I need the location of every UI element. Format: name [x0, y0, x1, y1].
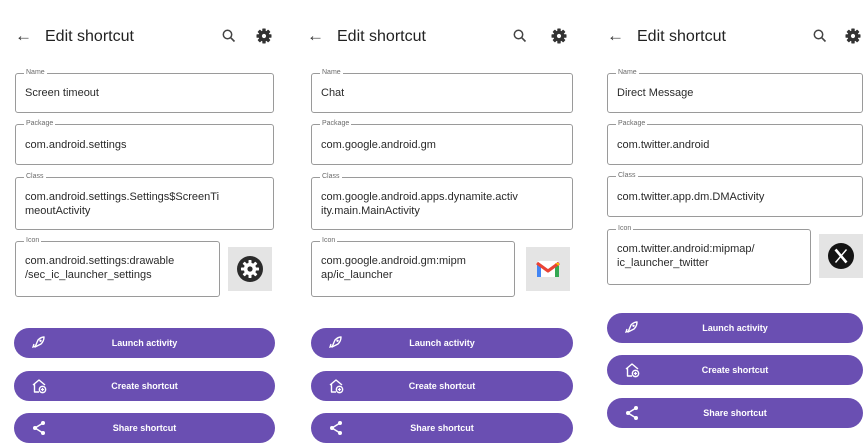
name-field[interactable]: Name Chat: [311, 68, 573, 113]
gmail-app-icon: [536, 261, 560, 277]
name-value: Direct Message: [617, 87, 694, 99]
page-title: Edit shortcut: [637, 28, 726, 45]
name-label: Name: [320, 68, 343, 78]
package-field[interactable]: Package com.twitter.android: [607, 119, 863, 165]
name-value: Chat: [321, 87, 345, 99]
package-field[interactable]: Package com.android.settings: [15, 119, 274, 165]
class-value: com.twitter.app.dm.DMActivity: [617, 190, 765, 203]
icon-label: Icon: [616, 224, 634, 234]
share-shortcut-label: Share shortcut: [410, 423, 474, 433]
launch-activity-button[interactable]: Launch activity: [14, 328, 275, 358]
back-arrow-icon[interactable]: ←: [607, 26, 624, 46]
package-label: Package: [616, 119, 648, 129]
launch-activity-label: Launch activity: [702, 323, 768, 333]
share-shortcut-label: Share shortcut: [703, 408, 767, 418]
class-field[interactable]: Class com.android.settings.Settings$Scre…: [15, 172, 274, 230]
class-value: com.android.settings.Settings$ScreenTi m…: [25, 191, 220, 217]
share-shortcut-label: Share shortcut: [112, 423, 177, 433]
app-bar: ← Edit shortcut: [6, 20, 282, 54]
create-shortcut-button[interactable]: Create shortcut: [311, 371, 573, 401]
name-label: Name: [24, 68, 47, 78]
icon-field[interactable]: Icon com.google.android.gm:mipm ap/ic_la…: [311, 236, 515, 297]
icon-label: Icon: [320, 236, 338, 246]
icon-label: Icon: [24, 236, 42, 246]
name-value: Screen timeout: [25, 87, 99, 99]
launch-activity-button[interactable]: Launch activity: [311, 328, 573, 358]
create-shortcut-label: Create shortcut: [701, 365, 769, 375]
package-value: com.google.android.gm: [321, 138, 436, 151]
page-title: Edit shortcut: [337, 28, 426, 45]
icon-value: com.twitter.android:mipmap/ ic_launcher_…: [617, 243, 755, 269]
icon-preview[interactable]: [228, 247, 272, 291]
app-bar: ← Edit shortcut: [298, 20, 578, 54]
package-label: Package: [24, 119, 56, 129]
page-title: Edit shortcut: [45, 28, 134, 45]
screen-chat-shortcut: ← Edit shortcut Name Chat Package com.go…: [298, 0, 578, 447]
create-shortcut-button[interactable]: Create shortcut: [607, 355, 863, 385]
package-label: Package: [320, 119, 352, 129]
icon-preview[interactable]: [819, 234, 863, 278]
package-field[interactable]: Package com.google.android.gm: [311, 119, 573, 165]
screen-settings-shortcut: ← Edit shortcut Name Screen timeout Pack…: [6, 0, 282, 447]
icon-preview[interactable]: [526, 247, 570, 291]
back-arrow-icon[interactable]: ←: [307, 26, 324, 46]
icon-field[interactable]: Icon com.twitter.android:mipmap/ ic_laun…: [607, 224, 811, 285]
class-label: Class: [616, 171, 638, 181]
class-label: Class: [320, 172, 342, 182]
create-shortcut-label: Create shortcut: [111, 381, 178, 391]
class-value: com.google.android.apps.dynamite.activ i…: [321, 191, 518, 217]
gear-icon[interactable]: [255, 27, 273, 45]
name-label: Name: [616, 68, 639, 78]
app-bar: ← Edit shortcut: [598, 20, 863, 54]
create-shortcut-label: Create shortcut: [408, 381, 476, 391]
package-value: com.twitter.android: [617, 138, 710, 151]
launch-activity-label: Launch activity: [111, 338, 178, 348]
icon-value: com.google.android.gm:mipm ap/ic_launche…: [321, 255, 466, 281]
name-field[interactable]: Name Screen timeout: [15, 68, 274, 113]
package-value: com.android.settings: [25, 138, 127, 151]
gear-icon[interactable]: [844, 27, 862, 45]
name-field[interactable]: Name Direct Message: [607, 68, 863, 113]
class-field[interactable]: Class com.twitter.app.dm.DMActivity: [607, 171, 863, 217]
launch-activity-label: Launch activity: [409, 338, 475, 348]
share-shortcut-button[interactable]: Share shortcut: [311, 413, 573, 443]
class-label: Class: [24, 172, 46, 182]
create-shortcut-button[interactable]: Create shortcut: [14, 371, 275, 401]
launch-activity-button[interactable]: Launch activity: [607, 313, 863, 343]
share-shortcut-button[interactable]: Share shortcut: [14, 413, 275, 443]
screen-twitter-shortcut: ← Edit shortcut Name Direct Message Pack…: [598, 0, 863, 447]
gear-icon[interactable]: [550, 27, 568, 45]
search-icon[interactable]: [220, 27, 238, 45]
search-icon[interactable]: [811, 27, 829, 45]
back-arrow-icon[interactable]: ←: [15, 26, 32, 46]
share-shortcut-button[interactable]: Share shortcut: [607, 398, 863, 428]
settings-app-icon: [237, 256, 263, 282]
icon-field[interactable]: Icon com.android.settings:drawable /sec_…: [15, 236, 220, 297]
icon-value: com.android.settings:drawable /sec_ic_la…: [25, 255, 175, 281]
search-icon[interactable]: [511, 27, 529, 45]
x-app-icon: [828, 243, 854, 269]
class-field[interactable]: Class com.google.android.apps.dynamite.a…: [311, 172, 573, 230]
